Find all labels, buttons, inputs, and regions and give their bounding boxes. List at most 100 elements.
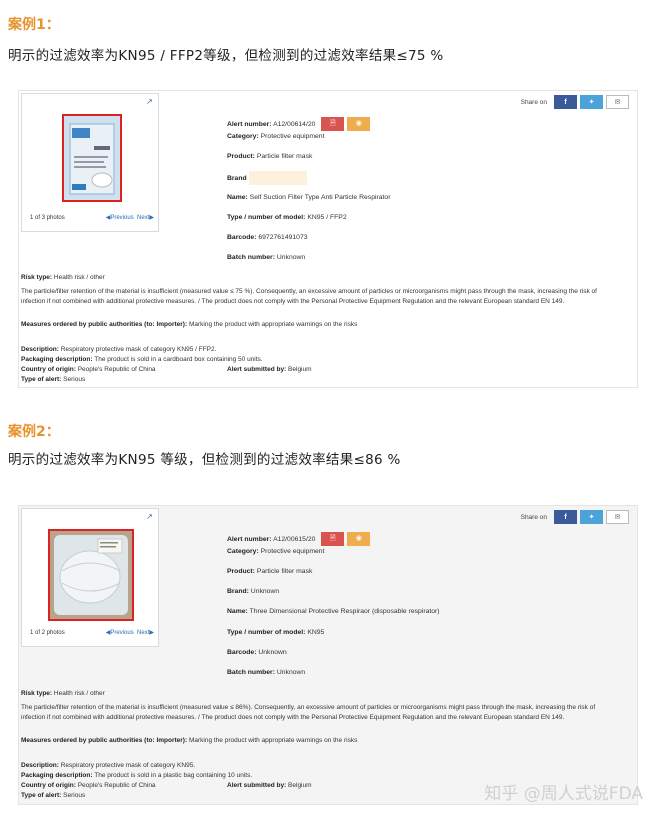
email-share-button[interactable]: ✉ bbox=[606, 510, 629, 524]
measures-label: Measures ordered by public authorities (… bbox=[21, 737, 188, 744]
barcode-value: Unknown bbox=[258, 649, 287, 656]
measures-label: Measures ordered by public authorities (… bbox=[21, 321, 188, 328]
submitted-label: Alert submitted by: bbox=[227, 782, 287, 789]
photo-count: 1 of 3 photos bbox=[30, 215, 65, 221]
facebook-share-button[interactable]: f bbox=[554, 95, 577, 109]
pdf-button[interactable]: 🗎 bbox=[321, 117, 345, 131]
share-area: Share on f ✦ ✉ bbox=[521, 95, 629, 109]
brand-label: Brand: bbox=[227, 588, 249, 595]
pdf-button[interactable]: 🗎 bbox=[321, 532, 345, 546]
product-photo[interactable] bbox=[48, 529, 134, 621]
batch-label: Batch number: bbox=[227, 254, 275, 261]
alert-type-row: Type of alert: Serious bbox=[21, 792, 85, 799]
barcode-row: Barcode: 6972761491073 bbox=[227, 234, 308, 241]
model-row: Type / number of model: KN95 bbox=[227, 629, 324, 636]
name-row: Name: Self Suction Filter Type Anti Part… bbox=[227, 194, 390, 201]
prev-photo-link[interactable]: ◀Previous bbox=[106, 215, 134, 221]
batch-label: Batch number: bbox=[227, 669, 275, 676]
name-label: Name: bbox=[227, 608, 248, 615]
batch-value: Unknown bbox=[276, 669, 306, 676]
view-button[interactable]: ◉ bbox=[347, 532, 371, 546]
product-photo-box: ↗ 1 of 2 photos ◀Previous Next▶ bbox=[21, 508, 159, 647]
next-label: Next bbox=[137, 215, 150, 221]
twitter-share-button[interactable]: ✦ bbox=[580, 510, 603, 524]
brand-label: Brand bbox=[227, 174, 247, 182]
alert-type-row: Type of alert: Serious bbox=[21, 376, 85, 383]
measures-value: Marking the product with appropriate war… bbox=[188, 321, 358, 328]
model-value: KN95 / FFP2 bbox=[307, 214, 347, 221]
batch-value: Unknown bbox=[276, 254, 306, 261]
origin-row: Country of origin: People's Republic of … bbox=[21, 366, 156, 373]
barcode-label: Barcode: bbox=[227, 649, 257, 656]
twitter-share-button[interactable]: ✦ bbox=[580, 95, 603, 109]
share-area: Share on f ✦ ✉ bbox=[521, 510, 629, 524]
description-label: Description: bbox=[21, 346, 59, 353]
model-row: Type / number of model: KN95 / FFP2 bbox=[227, 214, 347, 221]
brand-value: Unknown bbox=[250, 588, 280, 595]
origin-value: People's Republic of China bbox=[77, 366, 156, 373]
packaging-label: Packaging description: bbox=[21, 772, 93, 779]
batch-row: Batch number: Unknown bbox=[227, 254, 305, 261]
category-row: Category: Protective equipment bbox=[227, 548, 324, 555]
expand-icon[interactable]: ↗ bbox=[145, 512, 154, 521]
expand-icon[interactable]: ↗ bbox=[145, 97, 154, 106]
packaging-value: The product is sold in a plastic bag con… bbox=[94, 772, 253, 779]
product-row: Product: Particle filter mask bbox=[227, 568, 312, 575]
measures-row: Measures ordered by public authorities (… bbox=[21, 737, 357, 744]
case-1-title: 案例1： bbox=[8, 17, 60, 33]
packaging-value: The product is sold in a cardboard box c… bbox=[94, 356, 263, 363]
description-value: Respiratory protective mask of category … bbox=[60, 762, 196, 769]
model-value: KN95 bbox=[307, 629, 325, 636]
product-label: Product: bbox=[227, 153, 255, 160]
risk-type-label: Risk type: bbox=[21, 690, 53, 697]
risk-type-value: Health risk / other bbox=[53, 690, 105, 697]
alert-number-value: A12/00614/20 bbox=[273, 120, 316, 128]
risk-description: The particle/filter retention of the mat… bbox=[21, 288, 597, 305]
barcode-label: Barcode: bbox=[227, 234, 257, 241]
name-row: Name: Three Dimensional Protective Respi… bbox=[227, 608, 440, 615]
view-button[interactable]: ◉ bbox=[347, 117, 371, 131]
prev-photo-link[interactable]: ◀Previous bbox=[106, 630, 134, 636]
email-share-button[interactable]: ✉ bbox=[606, 95, 629, 109]
category-row: Category: Protective equipment bbox=[227, 133, 324, 140]
barcode-value: 6972761491073 bbox=[258, 234, 308, 241]
share-label: Share on bbox=[520, 98, 547, 106]
description-row: Description: Respiratory protective mask… bbox=[21, 762, 195, 769]
alert-type-label: Type of alert: bbox=[21, 376, 62, 383]
product-value: Particle filter mask bbox=[256, 568, 313, 575]
model-label: Type / number of model: bbox=[227, 629, 306, 636]
category-label: Category: bbox=[227, 548, 259, 555]
name-value: Self Suction Filter Type Anti Particle R… bbox=[249, 194, 391, 201]
alert-type-value: Serious bbox=[63, 376, 86, 383]
watermark: 知乎 @周人式说FDA bbox=[484, 784, 643, 804]
prev-label: Previous bbox=[110, 215, 134, 221]
risk-type-row: Risk type: Health risk / other bbox=[21, 690, 105, 697]
packaging-row: Packaging description: The product is so… bbox=[21, 356, 263, 363]
submitted-value: Belgium bbox=[288, 366, 312, 373]
submitted-value: Belgium bbox=[288, 782, 312, 789]
alert-number-row: Alert number: A12/00614/20 🗎 ◉ bbox=[227, 117, 371, 131]
barcode-row: Barcode: Unknown bbox=[227, 649, 287, 656]
risk-type-value: Health risk / other bbox=[53, 274, 105, 281]
alert-card-2: ↗ 1 of 2 photos ◀Previous Next▶ Share on… bbox=[18, 505, 638, 805]
alert-card-1: ↗ 1 of 3 photos ◀Previous Next▶ Share on… bbox=[18, 90, 638, 388]
product-photo[interactable] bbox=[62, 114, 122, 202]
submitted-row: Alert submitted by: Belgium bbox=[227, 782, 312, 789]
case-2-description: 明示的过滤效率为KN95 等级，但检测到的过滤效率结果≤86 % bbox=[8, 452, 401, 468]
facebook-share-button[interactable]: f bbox=[554, 510, 577, 524]
description-label: Description: bbox=[21, 762, 59, 769]
photo-nav: ◀Previous Next▶ bbox=[106, 214, 154, 221]
alert-number-row: Alert number: A12/00615/20 🗎 ◉ bbox=[227, 532, 371, 546]
brand-row: Brand: Unknown bbox=[227, 588, 279, 595]
next-photo-link[interactable]: Next▶ bbox=[137, 215, 154, 221]
product-photo-box: ↗ 1 of 3 photos ◀Previous Next▶ bbox=[21, 93, 159, 232]
risk-description: The particle/filter retention of the mat… bbox=[21, 704, 596, 721]
prev-label: Previous bbox=[110, 630, 134, 636]
alert-number-value: A12/00615/20 bbox=[273, 535, 316, 543]
submitted-row: Alert submitted by: Belgium bbox=[227, 366, 312, 373]
product-value: Particle filter mask bbox=[256, 153, 313, 160]
packaging-label: Packaging description: bbox=[21, 356, 93, 363]
origin-row: Country of origin: People's Republic of … bbox=[21, 782, 156, 789]
next-photo-link[interactable]: Next▶ bbox=[137, 630, 154, 636]
risk-type-label: Risk type: bbox=[21, 274, 53, 281]
